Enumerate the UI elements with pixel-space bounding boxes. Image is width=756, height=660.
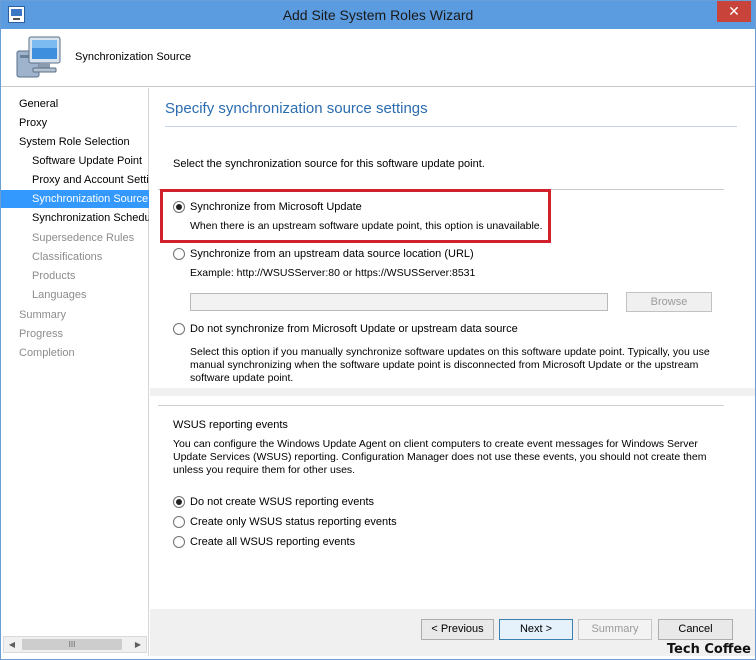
sidebar-horizontal-scrollbar[interactable]: ◀ III ▶ bbox=[3, 636, 147, 653]
option-no-sync-label[interactable]: Do not synchronize from Microsoft Update… bbox=[190, 323, 518, 335]
wizard-header: Synchronization Source bbox=[1, 29, 755, 87]
nav-item-products: Products bbox=[32, 270, 76, 282]
option-no-sync-desc: Select this option if you manually synch… bbox=[190, 346, 710, 384]
section-separator-band bbox=[150, 388, 755, 396]
scroll-right-arrow-icon[interactable]: ▶ bbox=[130, 637, 146, 652]
scroll-thumb[interactable]: III bbox=[22, 639, 122, 650]
scroll-left-arrow-icon[interactable]: ◀ bbox=[4, 637, 20, 652]
option-all-wsus-events-label[interactable]: Create all WSUS reporting events bbox=[190, 536, 355, 548]
window-title: Add Site System Roles Wizard bbox=[282, 7, 474, 23]
nav-item-proxy-account-settings[interactable]: Proxy and Account Settin bbox=[1, 171, 149, 189]
nav-item-general[interactable]: General bbox=[1, 95, 149, 113]
nav-item-system-role-selection[interactable]: System Role Selection bbox=[1, 133, 149, 151]
title-divider bbox=[165, 126, 737, 127]
intro-text: Select the synchronization source for th… bbox=[173, 158, 485, 170]
watermark-text: Tech Coffee bbox=[666, 642, 751, 657]
radio-sync-microsoft-update[interactable] bbox=[173, 201, 185, 213]
nav-item-completion: Completion bbox=[19, 347, 75, 359]
option-sync-upstream-url-example: Example: http://WSUSServer:80 or https:/… bbox=[190, 267, 476, 279]
nav-item-synchronization-schedule[interactable]: Synchronization Schedule bbox=[1, 209, 149, 227]
wizard-footer: < Previous Next > Summary Cancel bbox=[150, 609, 755, 656]
wizard-window: Add Site System Roles Wizard ✕ Synchroni… bbox=[0, 0, 756, 660]
highlight-annotation-box bbox=[160, 189, 551, 243]
option-sync-microsoft-update-desc: When there is an upstream software updat… bbox=[190, 220, 543, 232]
nav-item-languages: Languages bbox=[32, 289, 87, 301]
summary-button: Summary bbox=[578, 619, 652, 640]
cancel-button[interactable]: Cancel bbox=[658, 619, 733, 640]
page-title: Specify synchronization source settings bbox=[165, 100, 428, 117]
wsus-section-desc: You can configure the Windows Update Age… bbox=[173, 438, 707, 476]
nav-item-summary: Summary bbox=[19, 309, 67, 321]
option-sync-microsoft-update-label[interactable]: Synchronize from Microsoft Update bbox=[190, 201, 362, 213]
close-button[interactable]: ✕ bbox=[717, 1, 751, 22]
nav-item-classifications: Classifications bbox=[32, 251, 103, 263]
nav-item-synchronization-source[interactable]: Synchronization Source bbox=[1, 190, 149, 208]
wsus-divider bbox=[158, 405, 724, 406]
next-button[interactable]: Next > bbox=[499, 619, 573, 640]
radio-sync-upstream-url[interactable] bbox=[173, 248, 185, 260]
radio-no-sync[interactable] bbox=[173, 323, 185, 335]
wizard-step-nav: General Proxy System Role Selection Soft… bbox=[1, 88, 149, 656]
wsus-section-title: WSUS reporting events bbox=[173, 419, 288, 431]
title-bar[interactable]: Add Site System Roles Wizard ✕ bbox=[1, 1, 755, 29]
radio-no-wsus-events[interactable] bbox=[173, 496, 185, 508]
nav-item-proxy[interactable]: Proxy bbox=[1, 114, 149, 132]
option-sync-upstream-url-label[interactable]: Synchronize from an upstream data source… bbox=[190, 248, 474, 260]
nav-item-progress: Progress bbox=[19, 328, 64, 340]
computer-icon bbox=[16, 36, 61, 78]
option-wsus-status-events-label[interactable]: Create only WSUS status reporting events bbox=[190, 516, 397, 528]
wizard-content: Specify synchronization source settings … bbox=[150, 88, 755, 609]
radio-all-wsus-events[interactable] bbox=[173, 536, 185, 548]
nav-item-supersedence-rules: Supersedence Rules bbox=[32, 232, 135, 244]
nav-item-software-update-point[interactable]: Software Update Point bbox=[1, 152, 149, 170]
previous-button[interactable]: < Previous bbox=[421, 619, 494, 640]
radio-wsus-status-events[interactable] bbox=[173, 516, 185, 528]
upstream-url-input[interactable] bbox=[190, 293, 608, 311]
browse-button[interactable]: Browse bbox=[626, 292, 712, 312]
option-no-wsus-events-label[interactable]: Do not create WSUS reporting events bbox=[190, 496, 374, 508]
step-title: Synchronization Source bbox=[75, 51, 192, 63]
